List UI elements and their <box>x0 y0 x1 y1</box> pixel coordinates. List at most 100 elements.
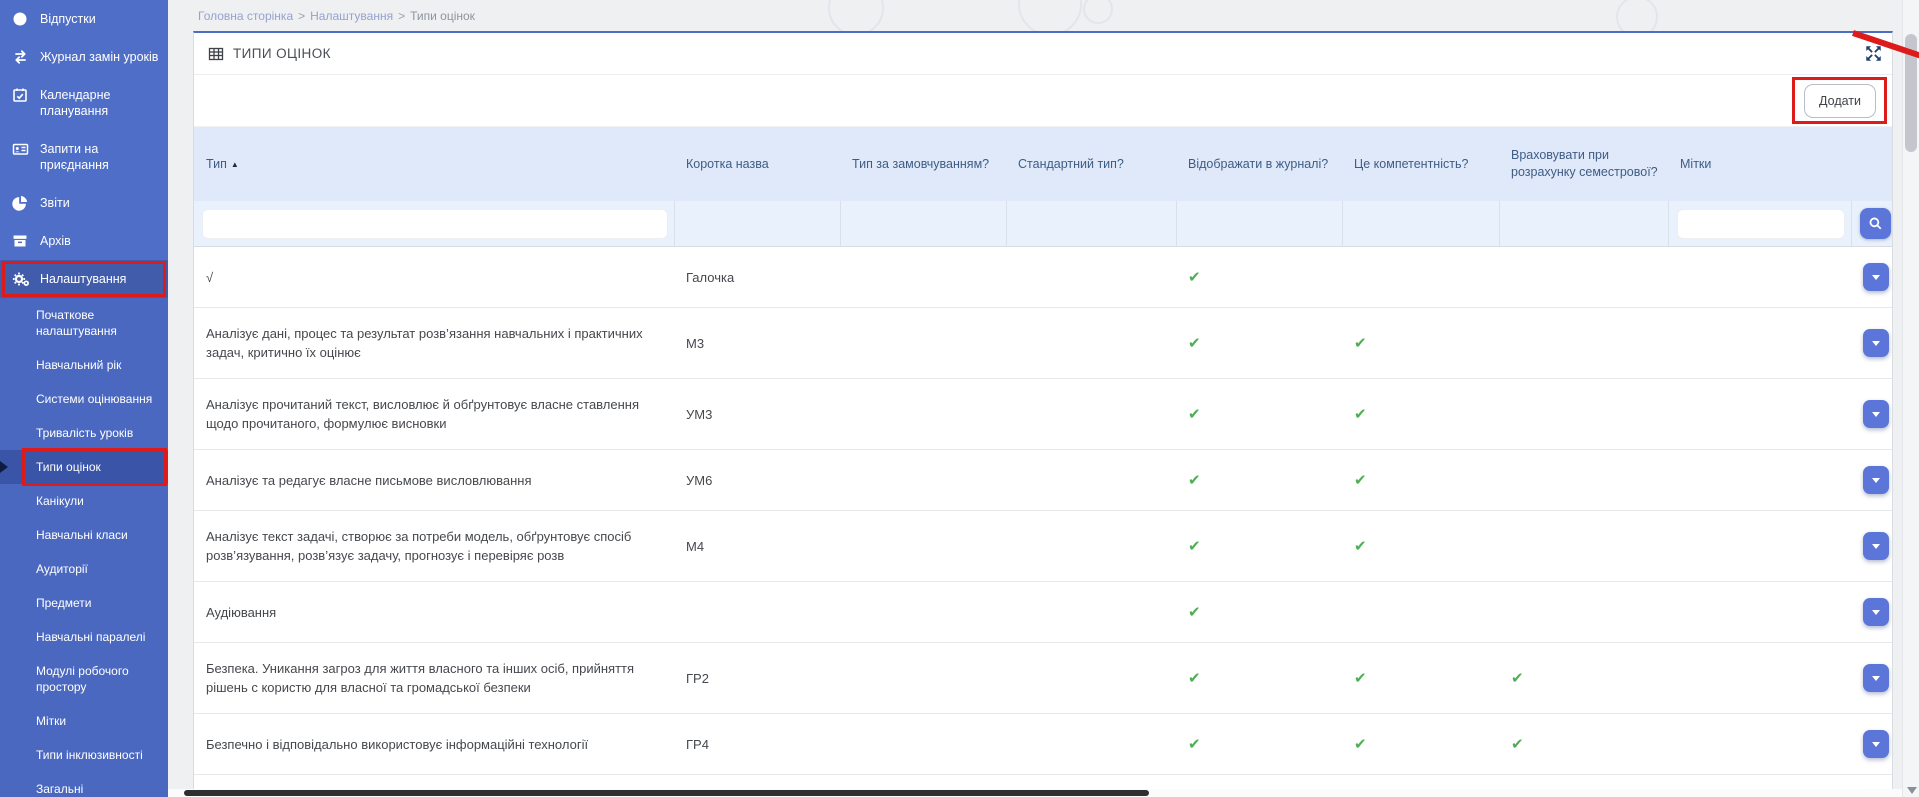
vertical-scrollbar[interactable] <box>1902 0 1919 797</box>
caret-down-icon <box>1872 742 1880 747</box>
row-dropdown-button[interactable] <box>1863 664 1889 692</box>
sidebar-subitem[interactable]: Навчальні класи <box>0 518 168 552</box>
sidebar-item-reports[interactable]: Звіти <box>0 184 168 222</box>
cell-tags <box>1668 464 1851 496</box>
sidebar-subitem[interactable]: Канікули <box>0 484 168 518</box>
sidebar-item-label: Журнал замін уроків <box>40 49 158 65</box>
table-row[interactable]: Безпека. Уникання загроз для життя власн… <box>194 643 1892 714</box>
cell-type: Аналізує прочитаний текст, висловлює й о… <box>194 379 674 449</box>
cell-tags <box>1668 327 1851 359</box>
column-header[interactable]: Тип за замовчуванням? <box>840 150 1006 179</box>
breadcrumb-link[interactable]: Налаштування <box>310 9 393 23</box>
column-header-label: Тип <box>206 157 227 171</box>
sidebar-subitem[interactable]: Навчальні паралелі <box>0 620 168 654</box>
table-header-row: Тип▲Коротка назваТип за замовчуванням?Ст… <box>194 127 1892 201</box>
row-dropdown-button[interactable] <box>1863 598 1889 626</box>
caret-down-icon <box>1872 341 1880 346</box>
cell-journal: ✔ <box>1176 521 1342 572</box>
cell-semester <box>1499 398 1668 430</box>
column-header-label: Відображати в журналі? <box>1188 157 1328 171</box>
add-button[interactable]: Додати <box>1804 84 1876 118</box>
column-header[interactable]: Відображати в журналі? <box>1176 150 1342 179</box>
table-toolbar: Додати <box>194 75 1892 127</box>
filter-type-input[interactable] <box>202 209 668 239</box>
table-row[interactable]: Аудіювання✔ <box>194 582 1892 643</box>
sidebar-item-label: Запити на приєднання <box>40 141 162 173</box>
table-filter-row: ✕ <box>194 201 1892 247</box>
sidebar-subitem[interactable]: Типи оцінок <box>0 450 168 484</box>
sidebar-item-settings[interactable]: Налаштування <box>0 260 168 298</box>
cell-type: Аудіювання <box>194 587 674 638</box>
scroll-down-arrow-icon[interactable] <box>1907 787 1917 794</box>
table-row[interactable]: Аналізує текст задачі, створює за потреб… <box>194 511 1892 582</box>
column-header[interactable]: Тип▲ <box>194 150 674 179</box>
column-header[interactable]: Мітки <box>1668 150 1851 179</box>
sidebar-subitem[interactable]: Модулі робочого простору <box>0 654 168 704</box>
sidebar-item-join-requests[interactable]: Запити на приєднання <box>0 130 168 184</box>
vertical-scrollbar-thumb[interactable] <box>1905 34 1917 152</box>
cell-standard <box>1006 728 1176 760</box>
table-row[interactable]: Аналізує та редагує власне письмове висл… <box>194 450 1892 511</box>
sidebar-subitem[interactable]: Загальні налаштування <box>0 772 168 797</box>
sidebar-item-substitutions[interactable]: Журнал замін уроків <box>0 38 168 76</box>
row-dropdown-button[interactable] <box>1863 730 1889 758</box>
cell-short-name: УМ3 <box>674 389 840 440</box>
sidebar-subitem[interactable]: Предмети <box>0 586 168 620</box>
cell-default <box>840 327 1006 359</box>
search-icon <box>1868 216 1883 231</box>
sidebar-subitem[interactable]: Тривалість уроків <box>0 416 168 450</box>
row-dropdown-button[interactable] <box>1863 532 1889 560</box>
sidebar-item-vacations[interactable]: Відпустки <box>0 0 168 38</box>
cell-competence: ✔ <box>1342 455 1499 506</box>
table-row[interactable]: Аналізує прочитаний текст, висловлює й о… <box>194 379 1892 450</box>
caret-down-icon <box>1872 478 1880 483</box>
app-root: Відпустки Журнал замін уроків Календарне п… <box>0 0 1919 797</box>
main-content: Головна сторінка>Налаштування>Типи оціно… <box>168 0 1919 797</box>
table-row[interactable]: Безпечно і відповідально використовує ін… <box>194 714 1892 775</box>
search-button[interactable] <box>1860 208 1891 239</box>
table-row[interactable]: √Галочка✔ <box>194 247 1892 308</box>
sidebar-item-calendar-planning[interactable]: Календарне планування <box>0 76 168 130</box>
sidebar-subitem[interactable]: Мітки <box>0 704 168 738</box>
breadcrumb-separator: > <box>398 9 405 23</box>
cell-semester <box>1499 261 1668 293</box>
sidebar-item-label: Архів <box>40 233 71 249</box>
sidebar-item-label: Календарне планування <box>40 87 162 119</box>
expand-icon[interactable] <box>1865 45 1882 62</box>
horizontal-scrollbar[interactable] <box>168 789 1902 797</box>
sidebar-subitem[interactable]: Навчальний рік <box>0 348 168 382</box>
filter-tags-input[interactable] <box>1677 209 1845 239</box>
table-row[interactable]: Аналізує дані, процес та результат розв’… <box>194 308 1892 379</box>
filter-cell <box>1668 201 1851 246</box>
checkmark-icon: ✔ <box>1188 736 1201 753</box>
row-dropdown-button[interactable] <box>1863 329 1889 357</box>
column-header[interactable]: Стандартний тип? <box>1006 150 1176 179</box>
row-dropdown-button[interactable] <box>1863 466 1889 494</box>
column-header[interactable]: Враховувати при розрахунку семестрової? <box>1499 141 1668 187</box>
cell-semester <box>1499 530 1668 562</box>
cell-standard <box>1006 530 1176 562</box>
column-header[interactable]: Це компетентність? <box>1342 150 1499 179</box>
sidebar-subitem[interactable]: Системи оцінювання <box>0 382 168 416</box>
row-dropdown-button[interactable] <box>1863 400 1889 428</box>
cell-actions <box>1851 714 1892 774</box>
cell-standard <box>1006 596 1176 628</box>
row-dropdown-button[interactable] <box>1863 263 1889 291</box>
sidebar-subitem[interactable]: Початкове налаштування <box>0 298 168 348</box>
sidebar-subitem[interactable]: Аудиторії <box>0 552 168 586</box>
column-header-label: Це компетентність? <box>1354 157 1468 171</box>
sidebar-item-archive[interactable]: Архів <box>0 222 168 260</box>
breadcrumb-link[interactable]: Головна сторінка <box>198 9 293 23</box>
cell-tags <box>1668 596 1851 628</box>
panel-header: ТИПИ ОЦІНОК <box>194 33 1892 75</box>
column-header[interactable]: Коротка назва <box>674 150 840 179</box>
column-header-label: Враховувати при розрахунку семестрової? <box>1511 148 1658 179</box>
horizontal-scrollbar-thumb[interactable] <box>184 790 1149 796</box>
cell-semester: ✔ <box>1499 719 1668 770</box>
sidebar-subitem-label: Навчальні класи <box>36 528 128 542</box>
sidebar-subitem-label: Мітки <box>36 714 66 728</box>
cell-short-name: М3 <box>674 318 840 369</box>
sidebar-subitem[interactable]: Типи інклюзивності <box>0 738 168 772</box>
cell-actions <box>1851 384 1892 444</box>
sidebar-subitem-label: Тривалість уроків <box>36 426 133 440</box>
